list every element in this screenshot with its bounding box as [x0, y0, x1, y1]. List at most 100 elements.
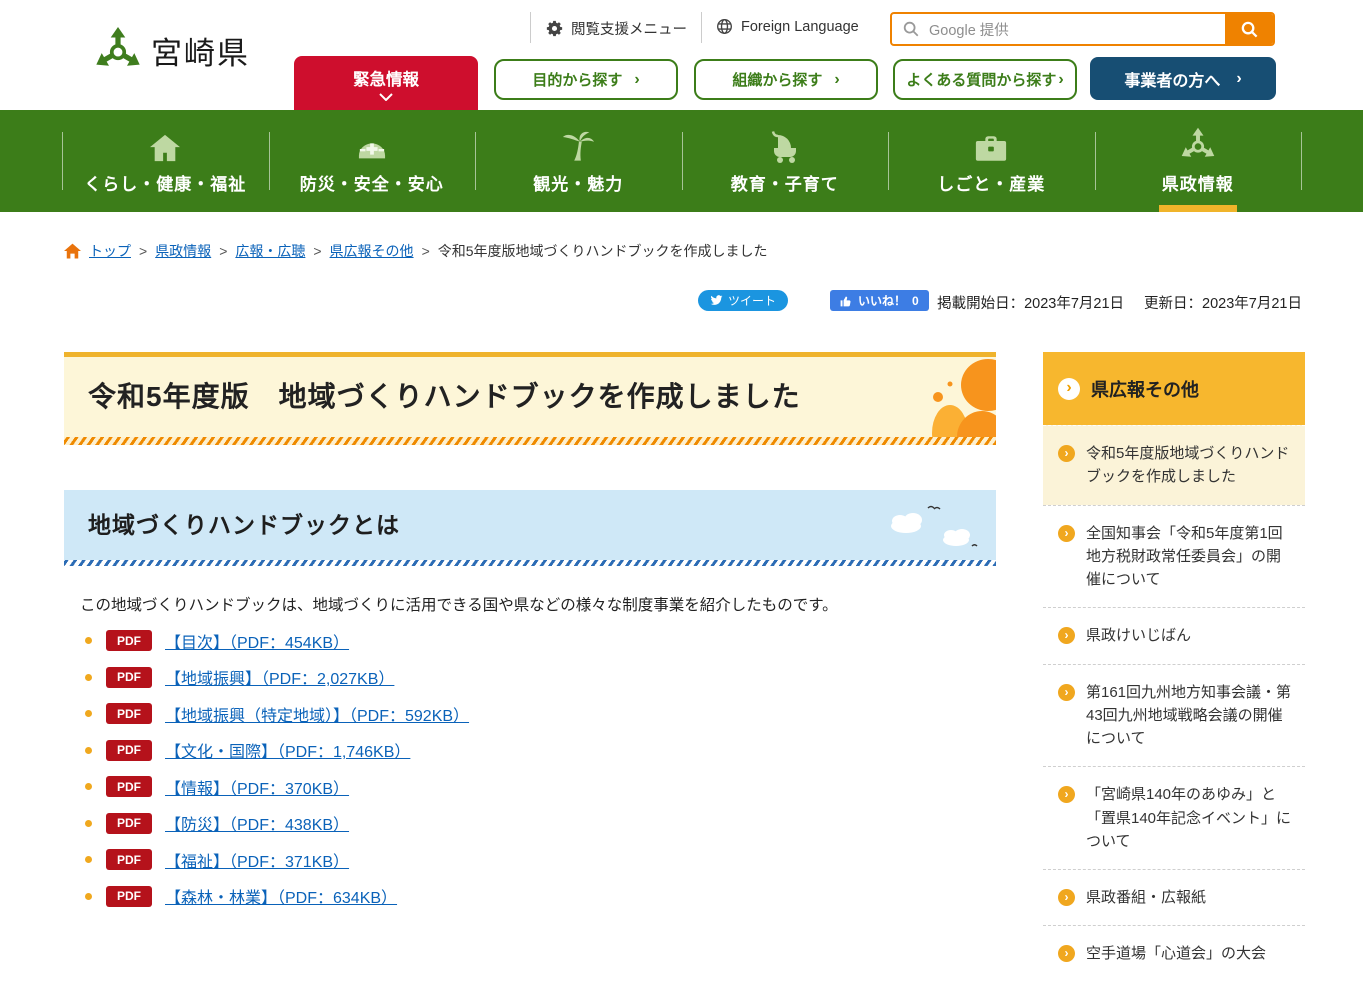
- pdf-badge: PDF: [106, 630, 152, 651]
- breadcrumb-link-sonota[interactable]: 県広報その他: [330, 241, 414, 261]
- emergency-info-label: 緊急情報: [353, 66, 419, 90]
- sidebar-item-current[interactable]: 令和5年度版地域づくりハンドブックを作成しました: [1043, 425, 1305, 505]
- pdf-link[interactable]: 【防災】（PDF：438KB）: [165, 811, 349, 835]
- facebook-like-button[interactable]: いいね！ 0: [830, 290, 929, 311]
- list-item: PDF 【情報】（PDF：370KB）: [64, 776, 996, 797]
- breadcrumb-current: 令和5年度版地域づくりハンドブックを作成しました: [438, 241, 768, 261]
- nav-label: 教育・子育て: [731, 170, 839, 195]
- list-item: PDF 【福祉】（PDF：371KB）: [64, 849, 996, 870]
- sidebar-item-label: 県政番組・広報紙: [1086, 886, 1206, 909]
- chevron-right-icon: [1058, 445, 1075, 462]
- breadcrumb-separator: [422, 243, 430, 259]
- breadcrumb-link-kouhou[interactable]: 広報・広聴: [235, 241, 305, 261]
- list-item: PDF 【森林・林業】（PDF：634KB）: [64, 886, 996, 907]
- search-icon: [902, 20, 920, 38]
- sidebar-item-label: 県政けいじばん: [1086, 624, 1191, 647]
- helmet-icon: [353, 127, 391, 163]
- chevron-right-icon: [634, 71, 639, 89]
- sidebar-item-label: 全国知事会「令和5年度第1回地方税財政常任委員会」の開催について: [1086, 522, 1295, 592]
- home-icon: [148, 127, 182, 163]
- breadcrumb-separator: [313, 243, 321, 259]
- nav-item-kyouiku[interactable]: 教育・子育て: [682, 110, 889, 212]
- sidebar-item[interactable]: 「宮崎県140年のあゆみ」と「置県140年記念イベント」について: [1043, 766, 1305, 869]
- pdf-link[interactable]: 【地域振興（特定地域）】（PDF：592KB）: [165, 702, 469, 726]
- nav-item-kankou[interactable]: 観光・魅力: [475, 110, 682, 212]
- chevron-right-icon: [1058, 945, 1075, 962]
- nav-item-kurashi[interactable]: くらし・健康・福祉: [62, 110, 269, 212]
- find-by-faq-button[interactable]: よくある質問から探す: [893, 59, 1077, 100]
- striped-border: [64, 437, 996, 445]
- pdf-link[interactable]: 【森林・林業】（PDF：634KB）: [165, 884, 397, 908]
- breadcrumb: トップ 県政情報 広報・広聴 県広報その他 令和5年度版地域づくりハンドブックを…: [64, 241, 768, 261]
- search-submit-button[interactable]: [1225, 12, 1273, 46]
- find-by-purpose-label: 目的から探す: [532, 69, 622, 90]
- chevron-right-icon: [1058, 525, 1075, 542]
- breadcrumb-separator: [139, 243, 147, 259]
- find-by-org-button[interactable]: 組織から探す: [694, 59, 878, 100]
- foreign-language-button[interactable]: Foreign Language: [716, 18, 859, 35]
- active-tab-indicator: [1159, 205, 1237, 212]
- article-intro: この地域づくりハンドブックは、地域づくりに活用できる国や県などの様々な制度事業を…: [80, 593, 996, 615]
- nav-item-shigoto[interactable]: しごと・産業: [888, 110, 1095, 212]
- chevron-right-icon: [1058, 889, 1075, 906]
- list-item: PDF 【地域振興】（PDF：2,027KB）: [64, 667, 996, 688]
- pdf-link[interactable]: 【文化・国際】（PDF：1,746KB）: [165, 738, 410, 762]
- sidebar-item-label: 空手道場「心道会」の大会: [1086, 942, 1266, 965]
- sidebar-item[interactable]: 県政けいじばん: [1043, 607, 1305, 663]
- chevron-right-icon: [834, 71, 839, 89]
- bullet-icon: [85, 710, 92, 717]
- like-label: いいね！: [858, 292, 906, 309]
- for-business-button[interactable]: 事業者の方へ: [1090, 57, 1276, 100]
- pdf-badge: PDF: [106, 813, 152, 834]
- nav-label: 防災・安全・安心: [300, 170, 444, 195]
- nav-label: 観光・魅力: [533, 170, 623, 195]
- emergency-info-button[interactable]: 緊急情報: [294, 56, 478, 110]
- support-menu-button[interactable]: 閲覧支援メニュー: [546, 18, 687, 39]
- nav-label: くらし・健康・福祉: [84, 170, 246, 195]
- pdf-badge: PDF: [106, 849, 152, 870]
- pdf-link[interactable]: 【福祉】（PDF：371KB）: [165, 848, 349, 872]
- tweet-button[interactable]: ツイート: [698, 290, 788, 311]
- site-name: 宮崎県: [151, 28, 250, 73]
- breadcrumb-link-kensei[interactable]: 県政情報: [155, 241, 211, 261]
- search-input[interactable]: Google 提供: [929, 19, 1225, 40]
- divider: [701, 12, 702, 43]
- for-business-label: 事業者の方へ: [1124, 67, 1220, 91]
- bullet-icon: [85, 747, 92, 754]
- like-count: 0: [912, 294, 919, 308]
- chevron-right-icon: [1058, 378, 1080, 400]
- breadcrumb-link-top[interactable]: トップ: [89, 241, 131, 261]
- nav-label: 県政情報: [1162, 170, 1234, 195]
- pdf-badge: PDF: [106, 886, 152, 907]
- find-by-org-label: 組織から探す: [732, 69, 822, 90]
- miyazaki-emblem-icon: [94, 26, 142, 74]
- bullet-icon: [85, 820, 92, 827]
- site-logo[interactable]: 宮崎県: [94, 26, 250, 74]
- thumbs-up-icon: [840, 295, 852, 307]
- pdf-badge: PDF: [106, 776, 152, 797]
- bullet-icon: [85, 783, 92, 790]
- sidebar-heading[interactable]: 県広報その他: [1043, 352, 1305, 425]
- find-by-purpose-button[interactable]: 目的から探す: [494, 59, 678, 100]
- nav-label: しごと・産業: [937, 170, 1045, 195]
- nav-item-bousai[interactable]: 防災・安全・安心: [269, 110, 476, 212]
- sidebar-item[interactable]: 空手道場「心道会」の大会: [1043, 925, 1305, 981]
- pdf-link[interactable]: 【情報】（PDF：370KB）: [165, 775, 349, 799]
- prefecture-emblem-icon: [1180, 127, 1216, 163]
- divider: [530, 12, 531, 43]
- pdf-link[interactable]: 【地域振興】（PDF：2,027KB）: [165, 665, 394, 689]
- published-date: 掲載開始日：2023年7月21日: [937, 292, 1124, 313]
- bullet-icon: [85, 856, 92, 863]
- palm-tree-icon: [561, 127, 595, 163]
- pdf-link[interactable]: 【目次】（PDF：454KB）: [165, 629, 349, 653]
- sidebar-item-label: 令和5年度版地域づくりハンドブックを作成しました: [1086, 442, 1295, 489]
- list-item: PDF 【地域振興（特定地域）】（PDF：592KB）: [64, 703, 996, 724]
- globe-icon: [716, 18, 733, 35]
- briefcase-icon: [974, 127, 1008, 163]
- sidebar-item[interactable]: 第161回九州地方知事会議・第43回九州地域戦略会議の開催について: [1043, 664, 1305, 767]
- sidebar-item[interactable]: 全国知事会「令和5年度第1回地方税財政常任委員会」の開催について: [1043, 505, 1305, 608]
- nav-item-kensei[interactable]: 県政情報: [1095, 110, 1302, 212]
- site-search: Google 提供: [890, 12, 1275, 46]
- sidebar-item[interactable]: 県政番組・広報紙: [1043, 869, 1305, 925]
- list-item: PDF 【防災】（PDF：438KB）: [64, 813, 996, 834]
